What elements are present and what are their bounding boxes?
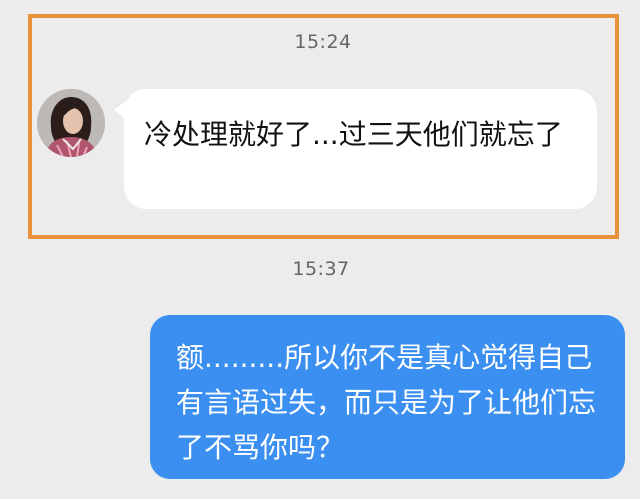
outgoing-message-bubble[interactable]: 额.........所以你不是真心觉得自己有言语过失，而只是为了让他们忘了不骂你… — [150, 315, 625, 479]
avatar-photo-icon — [37, 89, 105, 157]
incoming-message-text: 冷处理就好了...过三天他们就忘了 — [144, 118, 563, 151]
outgoing-message-text: 额.........所以你不是真心觉得自己有言语过失，而只是为了让他们忘了不骂你… — [176, 341, 597, 464]
message-timestamp: 15:37 — [292, 258, 350, 280]
message-timestamp: 15:24 — [294, 31, 352, 53]
incoming-message-bubble[interactable]: 冷处理就好了...过三天他们就忘了 — [114, 89, 597, 209]
avatar[interactable] — [37, 89, 105, 157]
